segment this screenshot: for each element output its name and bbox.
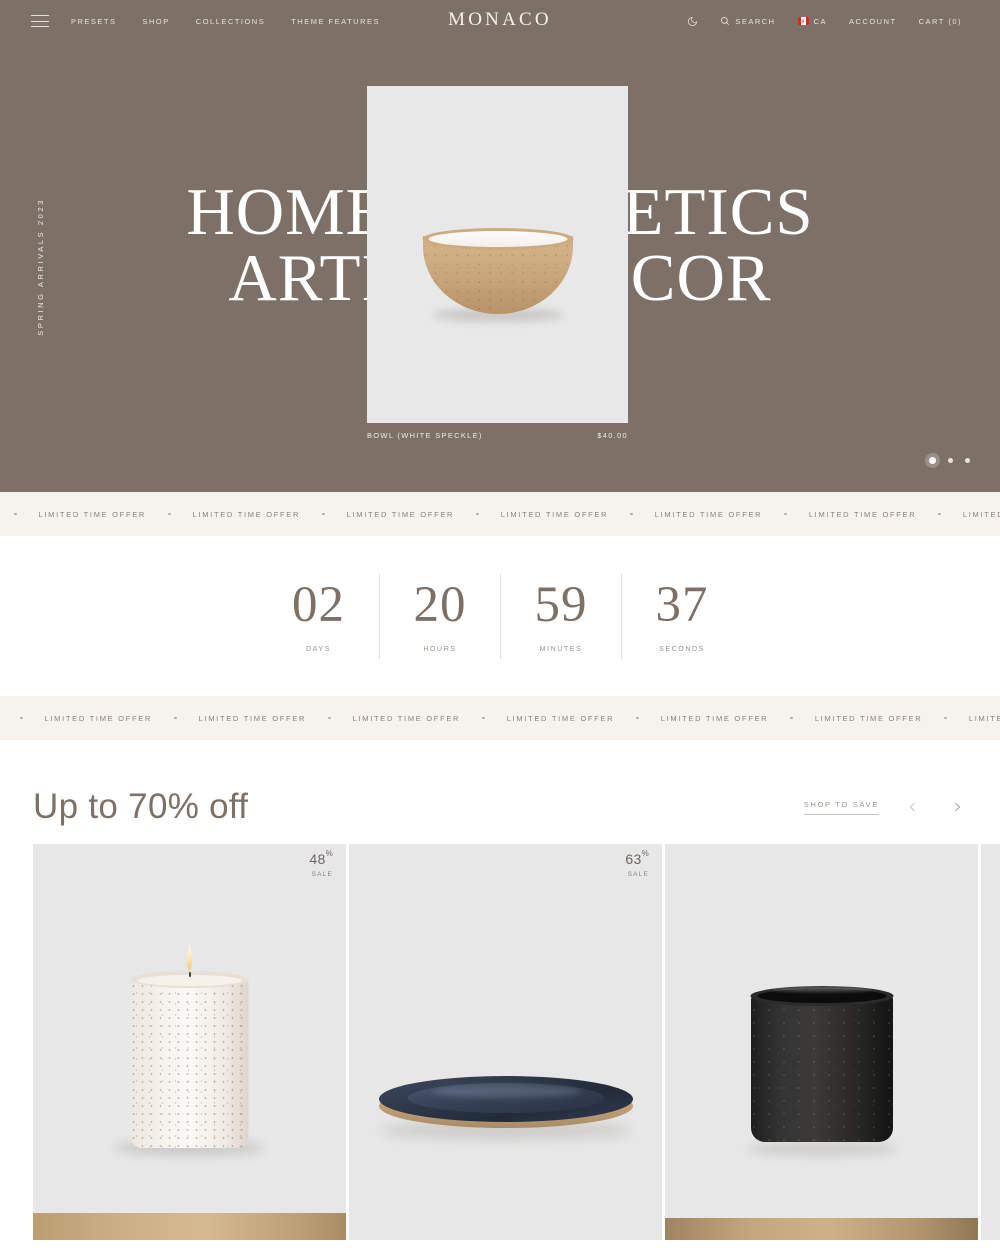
- marquee-separator-dot: [944, 716, 947, 720]
- marquee-item: LIMITED TIME OFFER: [192, 509, 301, 519]
- marquee-banner-bottom: LIMITED TIME OFFER LIMITED TIME OFFER LIMI…: [0, 696, 1000, 740]
- countdown-unit-minutes: 59 MINUTES: [500, 573, 621, 659]
- nav-link-theme-features[interactable]: THEME FEATURES: [291, 17, 380, 26]
- search-button[interactable]: SEARCH: [720, 16, 775, 26]
- marquee-item: LIMITED TIME OFFER: [500, 509, 609, 519]
- cart-link[interactable]: CART (0): [919, 17, 962, 26]
- chevron-right-icon: [955, 802, 961, 812]
- marquee-track: LIMITED TIME OFFER LIMITED TIME OFFER LIMI…: [0, 510, 1000, 519]
- search-icon: [720, 16, 730, 26]
- hero-product-image[interactable]: [367, 86, 628, 423]
- site-header: PRESETS SHOP COLLECTIONS THEME FEATURES …: [0, 0, 1000, 42]
- theme-toggle-button[interactable]: [687, 16, 698, 27]
- marquee-separator-dot: [168, 512, 171, 516]
- discount-value: 48%: [309, 848, 333, 867]
- marquee-item: LIMITED TIME OFFER: [660, 713, 769, 723]
- marquee-item: LIMITED TIME OFFER: [346, 509, 455, 519]
- hero-product-caption: BOWL (WHITE SPECKLE) $40.00: [367, 431, 628, 440]
- marquee-separator-dot: [174, 716, 177, 720]
- ceramic-bowl-illustration: [367, 86, 628, 423]
- chevron-left-icon: [909, 802, 915, 812]
- hero-slider-dot-1[interactable]: [929, 457, 936, 464]
- product-carousel: 48% SALE 63% SALE: [0, 844, 1000, 1240]
- countdown-hours-value: 20: [413, 576, 467, 633]
- hamburger-menu-icon[interactable]: [31, 15, 49, 27]
- account-link[interactable]: ACCOUNT: [849, 17, 897, 26]
- hero-slider-dot-2[interactable]: [948, 458, 953, 463]
- marquee-separator-dot: [790, 716, 793, 720]
- locale-selector[interactable]: CA: [797, 16, 827, 26]
- marquee-separator-dot: [20, 716, 23, 720]
- locale-label: CA: [813, 16, 827, 26]
- marquee-separator-dot: [322, 512, 325, 516]
- discount-value: 63%: [625, 848, 649, 867]
- sale-header: Up to 70% off SHOP TO SAVE: [0, 782, 1000, 832]
- countdown-days-value: 02: [292, 576, 345, 633]
- countdown-seconds-value: 37: [655, 576, 709, 633]
- product-card[interactable]: 48% SALE: [33, 844, 346, 1240]
- sale-badge: 48% SALE: [309, 848, 333, 878]
- sale-label: SALE: [311, 871, 333, 878]
- marquee-separator-dot: [476, 512, 479, 516]
- sale-actions: SHOP TO SAVE: [803, 797, 967, 817]
- marquee-item: LIMITED TIME OFFER: [506, 713, 615, 723]
- marquee-item: LIMITED TIME OFFER: [968, 713, 1000, 723]
- marquee-separator-dot: [630, 512, 633, 516]
- search-label: SEARCH: [735, 16, 776, 26]
- marquee-separator-dot: [482, 716, 485, 720]
- marquee-separator-dot: [938, 512, 941, 516]
- hero-product-price: $40.00: [597, 431, 628, 440]
- canada-flag-icon: [797, 17, 809, 25]
- marquee-item: LIMITED TIME OFFER: [962, 509, 1000, 519]
- product-card[interactable]: 63% SALE: [349, 844, 662, 1240]
- countdown-unit-hours: 20 HOURS: [379, 573, 500, 659]
- countdown-seconds-label: SECONDS: [659, 645, 705, 653]
- countdown-hours-label: HOURS: [423, 645, 457, 653]
- countdown-minutes-label: MINUTES: [539, 645, 583, 653]
- nav-link-collections[interactable]: COLLECTIONS: [196, 17, 265, 26]
- hero-slider-dot-3[interactable]: [965, 458, 970, 463]
- nav-link-shop[interactable]: SHOP: [143, 17, 170, 26]
- sale-title: Up to 70% off: [33, 787, 249, 826]
- marquee-item: LIMITED TIME OFFER: [198, 713, 307, 723]
- utility-navigation: SEARCH CA ACCOUNT CART (0): [687, 16, 984, 27]
- carousel-next-button[interactable]: [947, 797, 967, 817]
- countdown-section: 02 DAYS 20 HOURS 59 MINUTES 37 SECONDS: [0, 536, 1000, 696]
- carousel-prev-button[interactable]: [903, 797, 923, 817]
- countdown-minutes-value: 59: [534, 576, 588, 633]
- marquee-separator-dot: [14, 512, 17, 516]
- sale-label: SALE: [627, 871, 649, 878]
- moon-icon: [687, 16, 698, 27]
- countdown-days-label: DAYS: [306, 645, 331, 653]
- primary-navigation: PRESETS SHOP COLLECTIONS THEME FEATURES: [71, 17, 380, 26]
- marquee-track: LIMITED TIME OFFER LIMITED TIME OFFER LIMI…: [0, 714, 1000, 723]
- marquee-item: LIMITED TIME OFFER: [44, 713, 153, 723]
- marquee-item: LIMITED TIME OFFER: [814, 713, 923, 723]
- marquee-separator-dot: [636, 716, 639, 720]
- shop-to-save-link[interactable]: SHOP TO SAVE: [803, 800, 879, 815]
- hero-section: PRESETS SHOP COLLECTIONS THEME FEATURES …: [0, 0, 1000, 492]
- countdown-unit-seconds: 37 SECONDS: [621, 573, 742, 659]
- marquee-separator-dot: [328, 716, 331, 720]
- sale-badge: 63% SALE: [625, 848, 649, 878]
- marquee-separator-dot: [784, 512, 787, 516]
- marquee-item: LIMITED TIME OFFER: [654, 509, 763, 519]
- nav-link-presets[interactable]: PRESETS: [71, 17, 117, 26]
- countdown-timer: 02 DAYS 20 HOURS 59 MINUTES 37 SECONDS: [258, 573, 742, 659]
- hero-slider-dots: [929, 457, 970, 464]
- marquee-item: LIMITED TIME OFFER: [808, 509, 917, 519]
- product-card[interactable]: [665, 844, 978, 1240]
- product-card[interactable]: [981, 844, 1000, 1240]
- marquee-item: LIMITED TIME OFFER: [38, 509, 147, 519]
- sale-section: Up to 70% off SHOP TO SAVE 48% SALE 63% …: [0, 740, 1000, 1240]
- hero-product-name: BOWL (WHITE SPECKLE): [367, 431, 483, 440]
- countdown-unit-days: 02 DAYS: [258, 574, 379, 659]
- hero-vertical-label: SPRING ARRIVALS 2023: [36, 198, 45, 336]
- marquee-banner-top: LIMITED TIME OFFER LIMITED TIME OFFER LIMI…: [0, 492, 1000, 536]
- marquee-item: LIMITED TIME OFFER: [352, 713, 461, 723]
